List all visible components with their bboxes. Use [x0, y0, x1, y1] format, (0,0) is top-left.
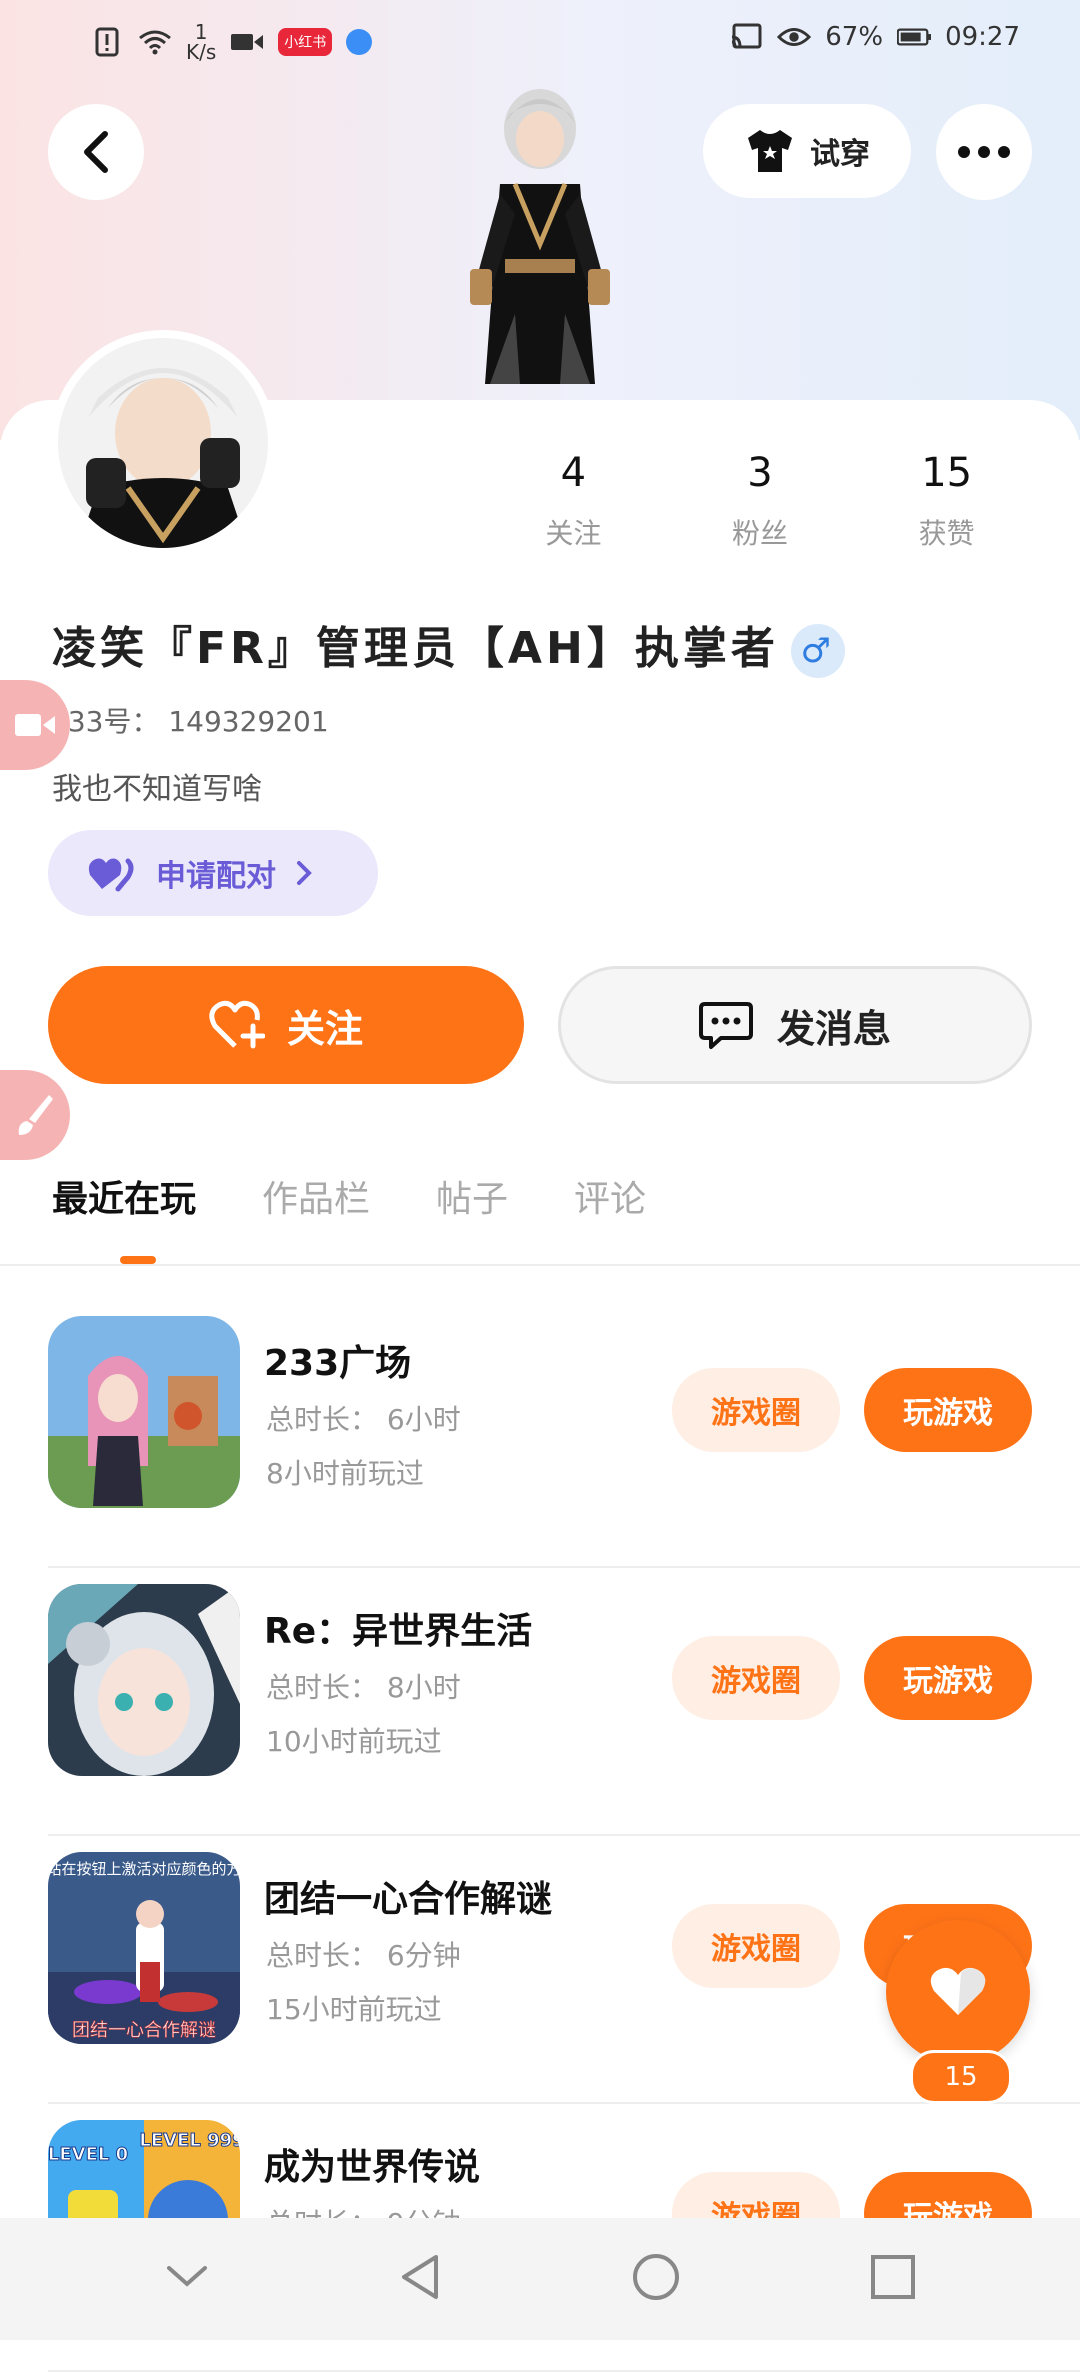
recent-games-list: 233广场 总时长： 6小时 8小时前玩过 游戏圈 玩游戏 Re：异世界生活 总…	[0, 1300, 1080, 2372]
game-icon: 站在按钮上激活对应颜色的方 团结一心合作解谜	[48, 1852, 240, 2044]
send-message-button[interactable]: 发消息	[558, 966, 1032, 1084]
back-button[interactable]	[48, 104, 144, 200]
character-avatar-illustration	[470, 89, 610, 384]
avatar[interactable]	[50, 330, 276, 556]
game-icon-caption-left: LEVEL 0	[48, 2144, 128, 2165]
list-item[interactable]: 233广场 总时长： 6小时 8小时前玩过 游戏圈 玩游戏	[48, 1300, 1080, 1568]
stat-number: 4	[560, 450, 587, 496]
game-icon-caption-bottom: 团结一心合作解谜	[72, 2020, 216, 2041]
tab-comments[interactable]: 评论	[574, 1170, 646, 1222]
stat-following[interactable]: 4 关注	[480, 450, 667, 552]
game-total-time: 总时长： 6分钟	[266, 1939, 461, 1972]
stat-fans[interactable]: 3 粉丝	[667, 450, 854, 552]
avatar-image	[58, 338, 268, 548]
play-game-button[interactable]: 玩游戏	[864, 1368, 1032, 1452]
xiaohongshu-app-icon: 小红书	[278, 28, 333, 56]
system-navigation-bar	[0, 2218, 1080, 2340]
heart-icon	[930, 1967, 986, 2015]
like-float-button[interactable]	[886, 1920, 1030, 2064]
recent-apps-square-icon[interactable]	[870, 2254, 916, 2304]
game-total-time: 总时长： 6小时	[266, 1403, 461, 1436]
stat-label: 粉丝	[732, 517, 789, 550]
profile-tabs: 最近在玩 作品栏 帖子 评论	[52, 1170, 646, 1222]
list-item[interactable]: Re：异世界生活 总时长： 8小时 10小时前玩过 游戏圈 玩游戏	[48, 1568, 1080, 1836]
game-last-played: 10小时前玩过	[266, 1725, 442, 1758]
stat-number: 3	[747, 450, 773, 496]
game-last-played: 8小时前玩过	[266, 1457, 424, 1490]
stat-label: 关注	[545, 517, 602, 550]
tab-recent-played[interactable]: 最近在玩	[52, 1170, 196, 1222]
battery-percent: 67%	[825, 22, 884, 52]
active-tab-indicator	[120, 1256, 156, 1264]
game-circle-button[interactable]: 游戏圈	[672, 1904, 840, 1988]
eye-icon	[777, 22, 812, 52]
game-circle-button[interactable]: 游戏圈	[672, 1368, 840, 1452]
user-bio: 我也不知道写啥	[52, 772, 262, 807]
status-bar: 1 K/s 小红书 67% 09:27	[0, 0, 1080, 84]
username: 凌笑『FR』管理员【AH】执掌者 ♂	[52, 612, 845, 678]
apply-pairing-label: 申请配对	[156, 859, 276, 894]
cast-icon	[729, 22, 763, 52]
divider	[0, 1264, 1080, 1266]
chevron-left-icon	[84, 131, 108, 173]
user-id[interactable]: 233号： 149329201	[50, 700, 329, 740]
follow-label: 关注	[286, 1006, 363, 1051]
username-text: 凌笑『FR』管理员【AH】执掌者	[52, 623, 779, 674]
chat-bubble-icon	[698, 1002, 753, 1049]
follow-button[interactable]: 关注	[48, 966, 524, 1084]
game-title: 团结一心合作解谜	[264, 1879, 553, 1920]
video-camera-icon	[15, 714, 55, 736]
browser-app-icon	[346, 29, 373, 55]
tab-works[interactable]: 作品栏	[262, 1170, 370, 1222]
game-circle-button[interactable]: 游戏圈	[672, 1636, 840, 1720]
chevron-right-icon	[297, 861, 312, 885]
wifi-icon	[138, 27, 172, 57]
home-circle-icon[interactable]	[631, 2252, 681, 2306]
tshirt-icon	[748, 130, 792, 172]
profile-stats: 4 关注 3 粉丝 15 获赞	[480, 450, 1040, 552]
alert-icon	[90, 27, 124, 57]
game-icon-caption-right: LEVEL 999	[139, 2130, 240, 2151]
game-title: 233广场	[264, 1343, 412, 1384]
game-last-played: 15小时前玩过	[266, 1993, 442, 2026]
game-icon	[48, 1316, 240, 1508]
clock: 09:27	[945, 22, 1020, 52]
paintbrush-icon	[18, 1095, 53, 1135]
stat-label: 获赞	[918, 517, 975, 550]
game-icon-caption-top: 站在按钮上激活对应颜色的方	[48, 1860, 240, 1878]
network-speed: 1 K/s	[186, 20, 217, 64]
male-gender-icon: ♂	[790, 624, 845, 678]
more-options-button[interactable]	[936, 104, 1032, 200]
like-count-badge: 15	[910, 2050, 1012, 2104]
play-game-button[interactable]: 玩游戏	[864, 1636, 1032, 1720]
game-icon	[48, 1584, 240, 1776]
game-title: 成为世界传说	[264, 2147, 481, 2188]
back-triangle-icon[interactable]	[398, 2253, 442, 2305]
video-camera-icon	[230, 27, 264, 57]
tab-posts[interactable]: 帖子	[436, 1170, 508, 1222]
game-total-time: 总时长： 8小时	[266, 1671, 461, 1704]
send-message-label: 发消息	[776, 1006, 891, 1051]
stat-number: 15	[921, 450, 973, 496]
game-title: Re：异世界生活	[264, 1611, 533, 1652]
heart-plus-icon	[209, 1000, 265, 1049]
battery-icon	[897, 22, 932, 52]
double-heart-icon	[88, 858, 134, 892]
try-on-button[interactable]: 试穿	[703, 104, 911, 198]
apply-pairing-button[interactable]: 申请配对	[48, 830, 378, 916]
stat-likes[interactable]: 15 获赞	[853, 450, 1040, 552]
more-dots-icon	[958, 146, 1010, 158]
try-on-label: 试穿	[810, 137, 870, 172]
chevron-down-icon[interactable]	[165, 2264, 209, 2294]
